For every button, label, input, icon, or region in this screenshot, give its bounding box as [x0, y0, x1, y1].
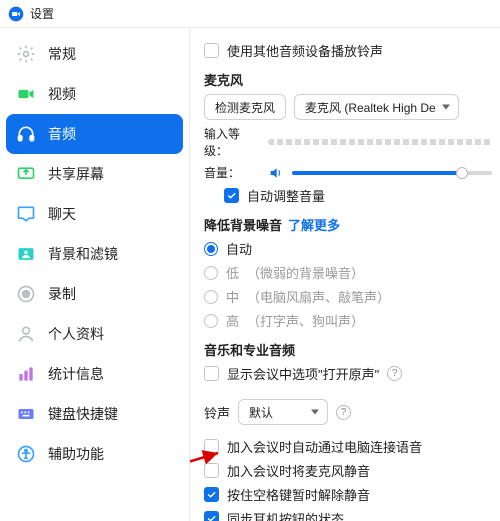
ringtone-label: 铃声	[204, 403, 230, 422]
sidebar-item-label: 共享屏幕	[48, 164, 104, 184]
checkbox-label: 按住空格键暂时解除静音	[227, 485, 370, 504]
sidebar-item-chat[interactable]: 聊天	[6, 194, 183, 234]
radio-hint: （打字声、狗叫声）	[247, 311, 364, 330]
sidebar-item-recording[interactable]: 录制	[6, 274, 183, 314]
stats-icon	[16, 364, 36, 384]
sidebar-item-video[interactable]: 视频	[6, 74, 183, 114]
profile-icon	[16, 324, 36, 344]
radio-label: 中	[226, 287, 239, 306]
input-level-meter	[268, 139, 492, 145]
sidebar-item-label: 个人资料	[48, 324, 104, 344]
sidebar-item-label: 聊天	[48, 204, 76, 224]
radio-hint: （微弱的背景噪音）	[247, 263, 364, 282]
sidebar-item-label: 键盘快捷键	[48, 404, 118, 424]
radio-noise-high[interactable]	[204, 314, 218, 328]
sidebar-item-share-screen[interactable]: 共享屏幕	[6, 154, 183, 194]
section-microphone: 麦克风	[204, 70, 492, 89]
checkbox-label: 自动调整音量	[247, 186, 325, 205]
sidebar-item-background[interactable]: 背景和滤镜	[6, 234, 183, 274]
input-level-label: 输入等级：	[204, 125, 260, 159]
sidebar-item-profile[interactable]: 个人资料	[6, 314, 183, 354]
checkbox-label: 同步耳机按钮的状态	[227, 509, 344, 521]
sidebar-item-label: 音频	[48, 124, 76, 144]
checkbox-sync-headset[interactable]	[204, 511, 219, 521]
record-icon	[16, 284, 36, 304]
headphones-icon	[16, 124, 36, 144]
help-icon[interactable]: ?	[387, 366, 402, 381]
sidebar-item-label: 统计信息	[48, 364, 104, 384]
radio-noise-mid[interactable]	[204, 290, 218, 304]
app-icon	[8, 6, 24, 22]
learn-more-link[interactable]: 了解更多	[288, 215, 340, 234]
sidebar-item-label: 常规	[48, 44, 76, 64]
radio-hint: （电脑风扇声、敲笔声）	[247, 287, 390, 306]
sidebar-item-label: 背景和滤镜	[48, 244, 118, 264]
checkbox-label: 加入会议时将麦克风静音	[227, 461, 370, 480]
volume-slider[interactable]	[292, 171, 492, 175]
radio-noise-low[interactable]	[204, 266, 218, 280]
background-icon	[16, 244, 36, 264]
checkbox-space-unmute[interactable]	[204, 487, 219, 502]
radio-label: 自动	[226, 239, 252, 258]
radio-label: 高	[226, 311, 239, 330]
sidebar-item-label: 录制	[48, 284, 76, 304]
sidebar-item-label: 视频	[48, 84, 76, 104]
checkbox-label: 加入会议时自动通过电脑连接语音	[227, 437, 422, 456]
section-music-pro-audio: 音乐和专业音频	[204, 340, 492, 359]
checkbox-label: 使用其他音频设备播放铃声	[227, 41, 383, 60]
sidebar: 常规 视频 音频 共享屏幕 聊天 背景和滤镜 录制 个人资料	[0, 28, 190, 521]
radio-noise-auto[interactable]	[204, 242, 218, 256]
sidebar-item-statistics[interactable]: 统计信息	[6, 354, 183, 394]
window-title: 设置	[30, 5, 54, 22]
titlebar: 设置	[0, 0, 500, 28]
ringtone-select[interactable]: 默认	[238, 399, 328, 425]
test-mic-button[interactable]: 检测麦克风	[204, 94, 286, 120]
section-background-noise: 降低背景噪音	[204, 215, 282, 234]
checkbox-label: 显示会议中选项"打开原声"	[227, 364, 379, 383]
checkbox-show-original-sound[interactable]	[204, 366, 219, 381]
sidebar-item-general[interactable]: 常规	[6, 34, 183, 74]
gear-icon	[16, 44, 36, 64]
video-icon	[16, 84, 36, 104]
help-icon[interactable]: ?	[336, 405, 351, 420]
chat-icon	[16, 204, 36, 224]
checkbox-use-other-audio-device[interactable]	[204, 43, 219, 58]
sidebar-item-audio[interactable]: 音频	[6, 114, 183, 154]
share-screen-icon	[16, 164, 36, 184]
volume-label: 音量：	[204, 164, 260, 181]
checkbox-auto-adjust-volume[interactable]	[224, 188, 239, 203]
mic-device-select[interactable]: 麦克风 (Realtek High De	[294, 94, 459, 120]
radio-label: 低	[226, 263, 239, 282]
volume-icon	[268, 165, 284, 181]
accessibility-icon	[16, 444, 36, 464]
content-panel: 使用其他音频设备播放铃声 麦克风 检测麦克风 麦克风 (Realtek High…	[190, 28, 500, 521]
keyboard-icon	[16, 404, 36, 424]
sidebar-item-accessibility[interactable]: 辅助功能	[6, 434, 183, 474]
sidebar-item-shortcuts[interactable]: 键盘快捷键	[6, 394, 183, 434]
checkbox-auto-join-audio[interactable]	[204, 439, 219, 454]
checkbox-mute-mic-on-join[interactable]	[204, 463, 219, 478]
sidebar-item-label: 辅助功能	[48, 444, 104, 464]
